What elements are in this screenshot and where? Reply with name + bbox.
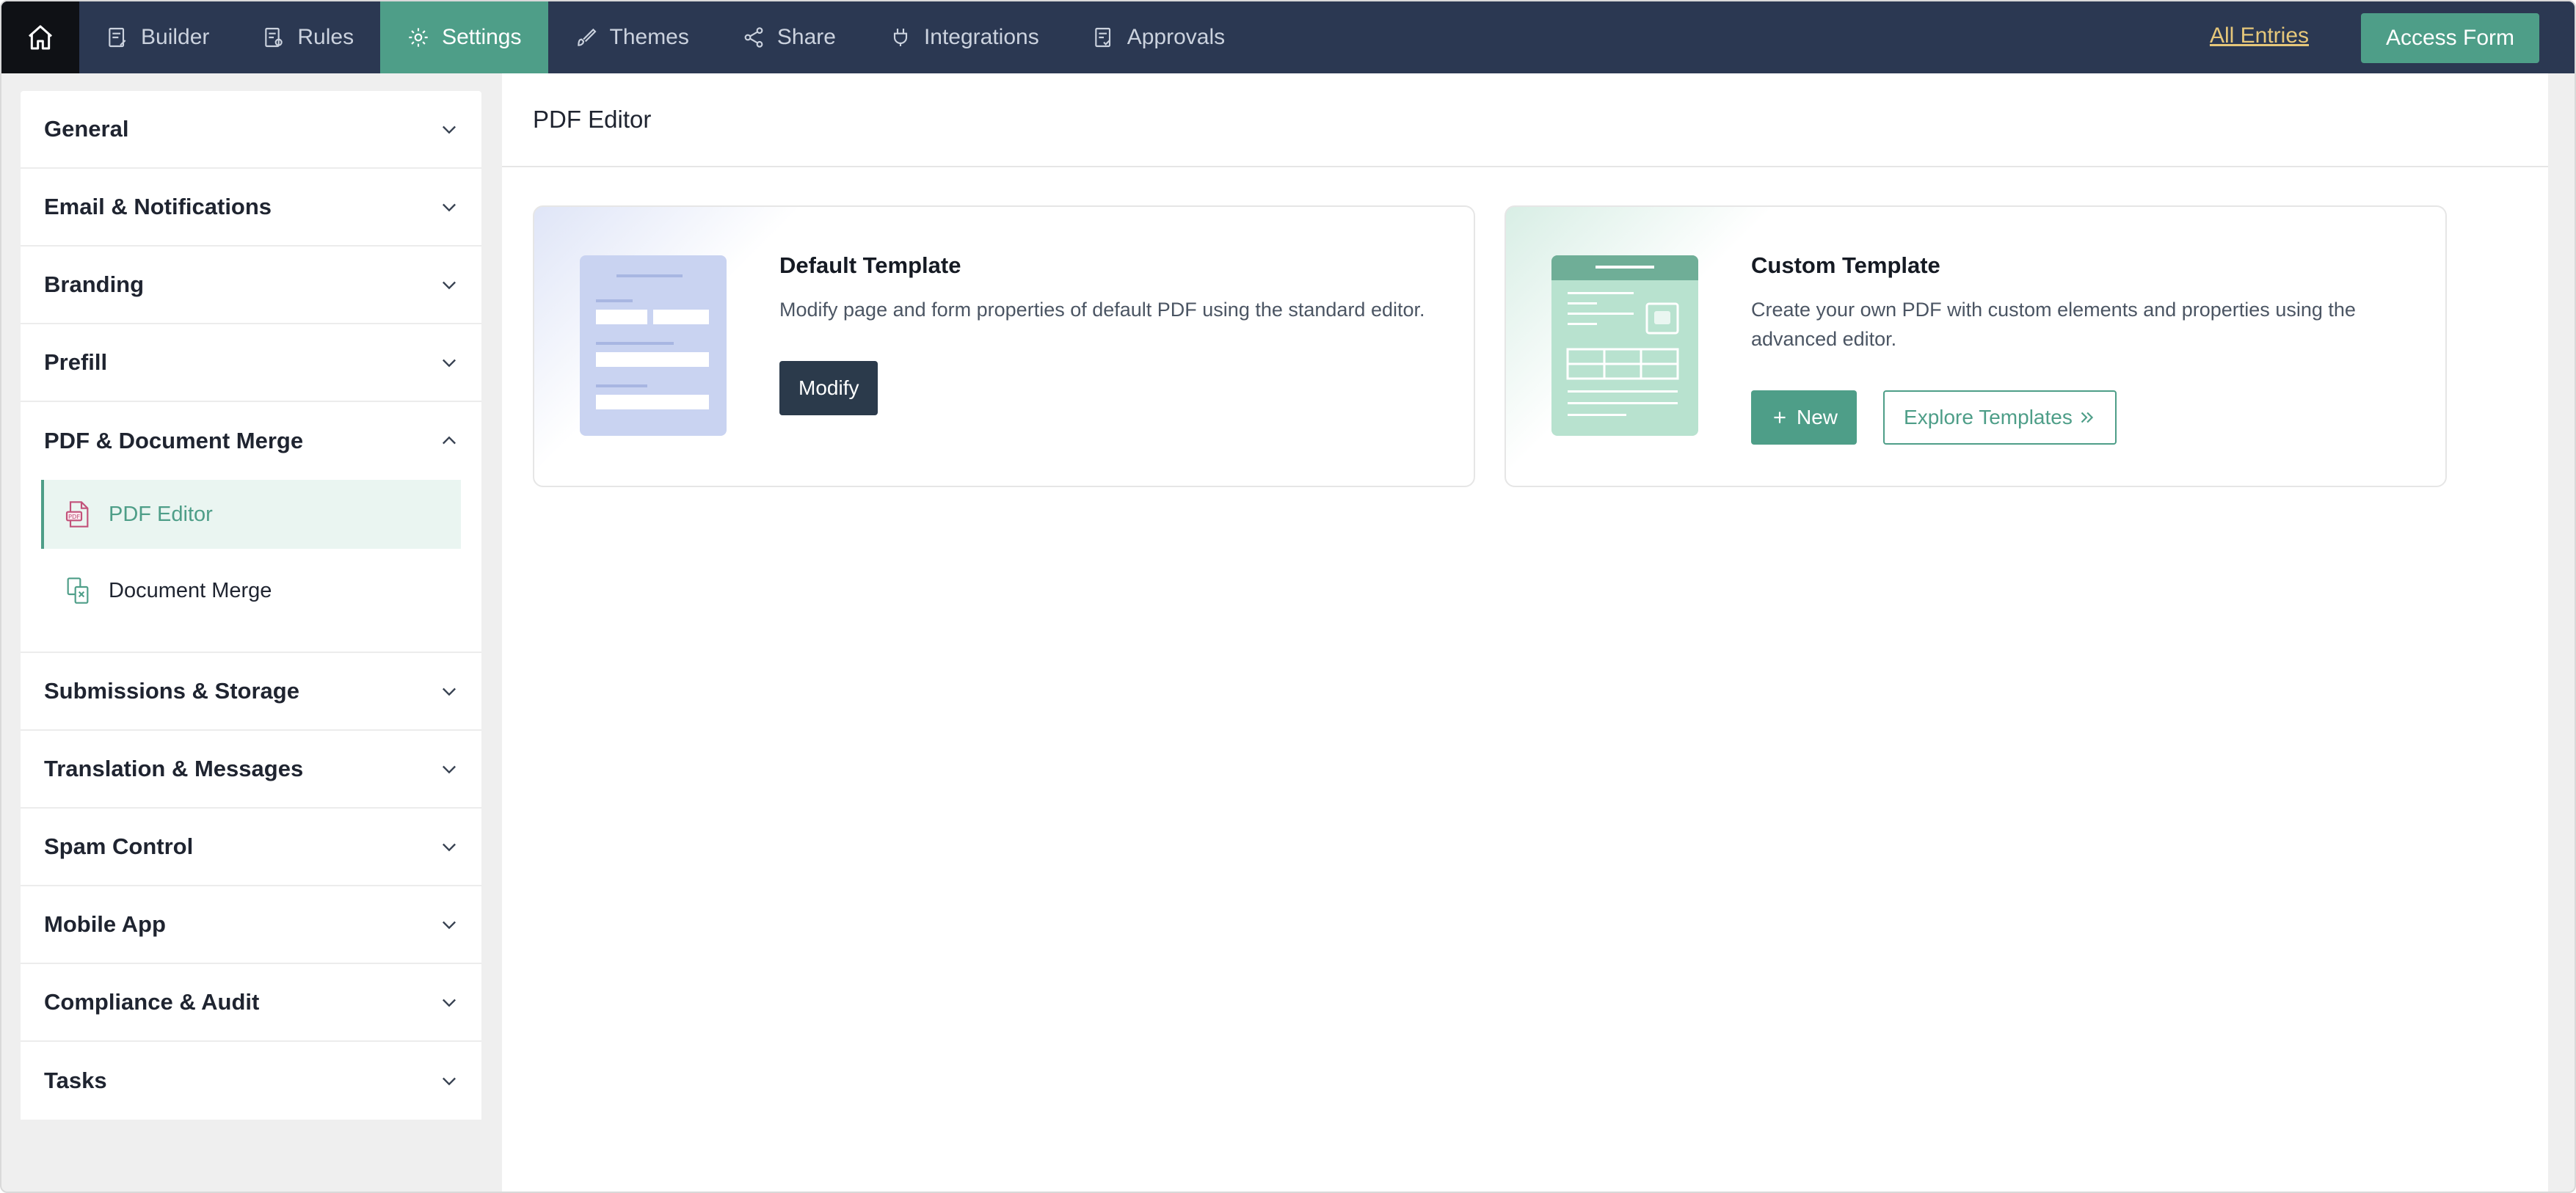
card-title: Default Template bbox=[779, 252, 961, 278]
chevron-down-icon bbox=[443, 921, 456, 930]
card-actions: New Explore Templates bbox=[1751, 390, 2416, 445]
chevron-down-icon bbox=[443, 765, 456, 774]
default-template-card: Default Template Modify page and form pr… bbox=[533, 205, 1475, 487]
sidebar-section-label: Compliance & Audit bbox=[44, 989, 260, 1015]
sidebar-section-compliance-audit[interactable]: Compliance & Audit bbox=[21, 964, 481, 1042]
sidebar-section-branding[interactable]: Branding bbox=[21, 247, 481, 324]
home-button[interactable] bbox=[1, 1, 79, 73]
all-entries-link[interactable]: All Entries bbox=[2210, 23, 2309, 48]
page-title: PDF Editor bbox=[533, 106, 652, 133]
top-nav: Builder Rules Settings Themes Share Inte… bbox=[79, 1, 1251, 73]
sidebar-section-prefill[interactable]: Prefill bbox=[21, 324, 481, 402]
settings-sidebar: General Email & Notifications Branding P… bbox=[21, 91, 481, 1120]
sidebar-section-label: Translation & Messages bbox=[44, 756, 304, 781]
sidebar-section-label: Spam Control bbox=[44, 833, 194, 859]
nav-settings[interactable]: Settings bbox=[380, 1, 548, 73]
chevron-down-icon bbox=[443, 203, 456, 212]
home-icon bbox=[29, 25, 52, 50]
access-form-button[interactable]: Access Form bbox=[2360, 13, 2539, 63]
card-title: Custom Template bbox=[1751, 252, 1940, 278]
chevron-up-icon bbox=[443, 436, 456, 445]
pdf-document-merge-submenu: PDF PDF Editor Document Merge bbox=[21, 480, 481, 653]
template-cards: Default Template Modify page and form pr… bbox=[533, 205, 2447, 487]
nav-themes[interactable]: Themes bbox=[548, 1, 716, 73]
nav-integrations[interactable]: Integrations bbox=[862, 1, 1066, 73]
default-template-body: Default Template Modify page and form pr… bbox=[779, 252, 1444, 415]
plus-icon bbox=[1774, 412, 1786, 423]
custom-template-card: Custom Template Create your own PDF with… bbox=[1505, 205, 2447, 487]
nav-builder[interactable]: Builder bbox=[79, 1, 236, 73]
chevron-down-icon bbox=[443, 843, 456, 852]
sidebar-section-label: Branding bbox=[44, 271, 145, 297]
custom-template-body: Custom Template Create your own PDF with… bbox=[1751, 252, 2416, 445]
sidebar-section-label: Email & Notifications bbox=[44, 194, 272, 219]
brush-icon bbox=[577, 28, 597, 46]
sidebar-section-label: Prefill bbox=[44, 349, 108, 375]
sidebar-item-label: PDF Editor bbox=[109, 502, 213, 526]
nav-share-label: Share bbox=[776, 25, 836, 49]
sidebar-section-label: General bbox=[44, 116, 129, 142]
sidebar-section-tasks[interactable]: Tasks bbox=[21, 1042, 481, 1120]
sidebar-section-label: PDF & Document Merge bbox=[44, 428, 304, 453]
sidebar-section-label: Mobile App bbox=[44, 911, 166, 937]
page-title-bar: PDF Editor bbox=[502, 73, 2548, 167]
sidebar-item-label: Document Merge bbox=[109, 578, 272, 602]
sidebar-section-spam-control[interactable]: Spam Control bbox=[21, 809, 481, 886]
gear-icon bbox=[409, 28, 428, 47]
chevron-down-icon bbox=[443, 687, 456, 696]
double-chevron-right-icon bbox=[2081, 412, 2093, 423]
default-template-illustration bbox=[580, 255, 727, 436]
builder-icon bbox=[109, 27, 126, 48]
nav-rules-label: Rules bbox=[297, 25, 354, 49]
card-description: Modify page and form properties of defau… bbox=[779, 299, 1425, 321]
chevron-down-icon bbox=[443, 359, 456, 368]
rules-icon bbox=[265, 27, 283, 48]
sidebar-item-document-merge[interactable]: Document Merge bbox=[41, 556, 461, 625]
sidebar-section-submissions-storage[interactable]: Submissions & Storage bbox=[21, 653, 481, 731]
sidebar-section-label: Submissions & Storage bbox=[44, 678, 299, 704]
top-navigation-bar: Builder Rules Settings Themes Share Inte… bbox=[1, 1, 2575, 73]
chevron-down-icon bbox=[443, 999, 456, 1007]
nav-approvals[interactable]: Approvals bbox=[1066, 1, 1251, 73]
plug-icon bbox=[893, 29, 908, 46]
svg-text:PDF: PDF bbox=[68, 513, 80, 520]
new-template-label: New bbox=[1797, 406, 1838, 428]
sidebar-section-general[interactable]: General bbox=[21, 91, 481, 169]
nav-themes-label: Themes bbox=[609, 25, 689, 49]
card-description: Create your own PDF with custom elements… bbox=[1751, 299, 2356, 350]
sidebar-section-translation-messages[interactable]: Translation & Messages bbox=[21, 731, 481, 809]
custom-template-illustration bbox=[1551, 255, 1698, 436]
chevron-down-icon bbox=[443, 281, 456, 290]
sidebar-section-mobile-app[interactable]: Mobile App bbox=[21, 886, 481, 964]
nav-builder-label: Builder bbox=[141, 25, 210, 49]
share-icon bbox=[744, 27, 763, 48]
sidebar-item-pdf-editor[interactable]: PDF PDF Editor bbox=[41, 480, 461, 549]
sidebar-section-label: Tasks bbox=[44, 1068, 107, 1093]
nav-approvals-label: Approvals bbox=[1127, 25, 1226, 49]
main-panel: PDF Editor Default Template Modify page … bbox=[502, 73, 2548, 1192]
nav-share[interactable]: Share bbox=[716, 1, 862, 73]
document-merge-icon bbox=[67, 577, 89, 604]
card-actions: Modify bbox=[779, 361, 1444, 415]
nav-integrations-label: Integrations bbox=[923, 25, 1039, 49]
pdf-file-icon: PDF bbox=[65, 501, 89, 528]
sidebar-section-pdf-document-merge[interactable]: PDF & Document Merge bbox=[21, 402, 481, 480]
chevron-down-icon bbox=[443, 125, 456, 134]
approvals-icon bbox=[1094, 27, 1110, 48]
sidebar-section-email-notifications[interactable]: Email & Notifications bbox=[21, 169, 481, 247]
explore-templates-button[interactable]: Explore Templates bbox=[1883, 390, 2117, 445]
modify-button[interactable]: Modify bbox=[779, 361, 878, 415]
nav-rules[interactable]: Rules bbox=[236, 1, 380, 73]
chevron-down-icon bbox=[443, 1077, 456, 1086]
app-window: Builder Rules Settings Themes Share Inte… bbox=[0, 0, 2576, 1193]
nav-settings-label: Settings bbox=[442, 25, 522, 49]
explore-templates-label: Explore Templates bbox=[1904, 406, 2073, 428]
new-template-button[interactable]: New bbox=[1751, 390, 1858, 445]
